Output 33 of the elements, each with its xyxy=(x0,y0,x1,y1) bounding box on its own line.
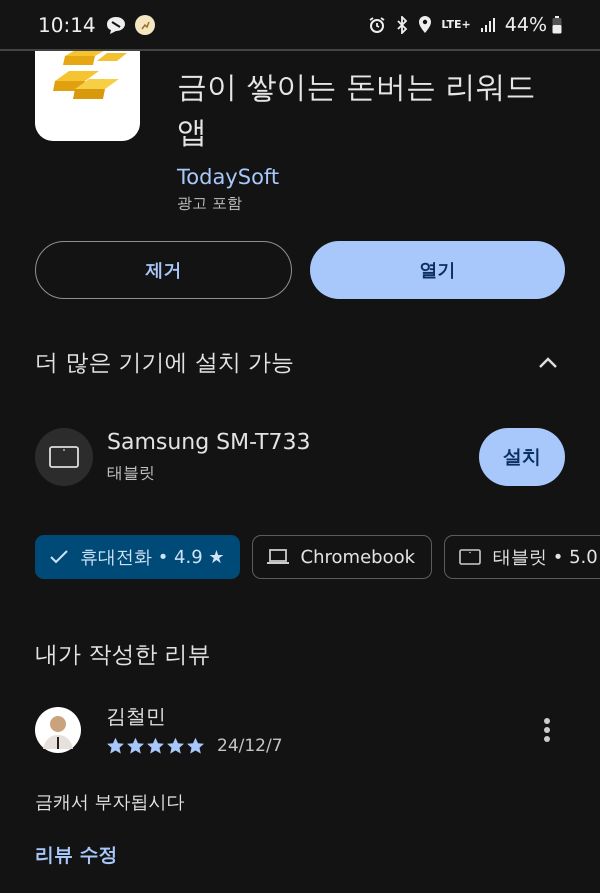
section-title: 내가 작성한 리뷰 xyxy=(34,641,212,670)
check-icon xyxy=(50,550,68,564)
app-title: 금이 쌓이는 돈버는 리워드 앱 xyxy=(177,69,537,152)
battery-icon xyxy=(552,16,562,34)
laptop-icon xyxy=(266,549,289,565)
battery-level: 44% xyxy=(504,14,547,36)
tablet-icon xyxy=(459,549,482,565)
clock: 10:14 xyxy=(38,12,96,36)
tablet-icon xyxy=(35,428,93,486)
bluetooth-icon xyxy=(395,16,410,34)
reviewer-name: 김철민 xyxy=(106,703,167,730)
alarm-icon xyxy=(368,16,386,34)
app-notification-icon xyxy=(134,14,156,36)
device-name: Samsung SM-T733 xyxy=(107,430,312,455)
device-filter-chip[interactable]: 휴대전화 • 4.9 ★ xyxy=(35,535,240,579)
open-button[interactable]: 열기 xyxy=(310,241,565,299)
signal-icon xyxy=(480,16,496,32)
review-date: 24/12/7 xyxy=(217,736,283,756)
review-text: 금캐서 부자됩시다 xyxy=(34,791,186,814)
ads-note: 광고 포함 xyxy=(177,194,243,213)
uninstall-button[interactable]: 제거 xyxy=(35,241,292,299)
device-filter-chip[interactable]: Chromebook xyxy=(252,535,432,579)
edit-review-link[interactable]: 리뷰 수정 xyxy=(0,814,600,868)
install-button[interactable]: 설치 xyxy=(479,428,565,486)
avatar xyxy=(35,706,81,752)
device-filter-chip[interactable]: 태블릿 • 5.0 xyxy=(444,535,600,579)
network-type: LTE+ xyxy=(441,18,471,31)
device-type: 태블릿 xyxy=(107,463,156,484)
chevron-icon[interactable] xyxy=(538,356,558,368)
developer-link[interactable]: TodaySoft xyxy=(177,165,567,189)
section-title: 더 많은 기기에 설치 가능 xyxy=(35,349,294,378)
location-icon xyxy=(418,16,432,34)
more-options-icon[interactable] xyxy=(543,716,551,742)
